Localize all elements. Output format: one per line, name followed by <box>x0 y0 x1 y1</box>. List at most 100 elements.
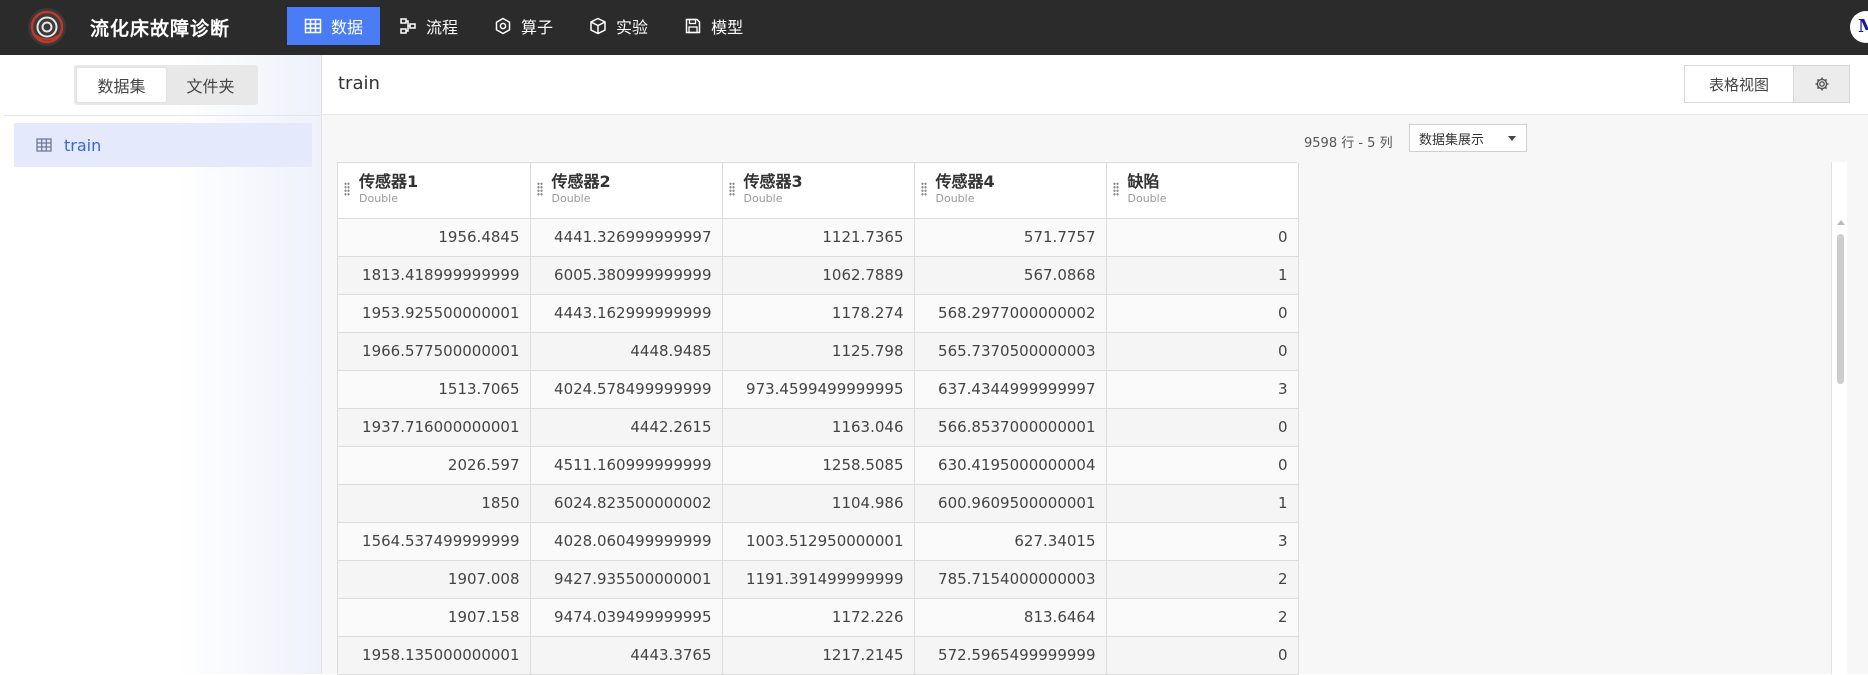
table-cell: 1217.2145 <box>722 636 915 675</box>
display-mode-value: 数据集展示 <box>1419 132 1485 148</box>
table-row[interactable]: 1958.135000000001 4443.3765 1217.2145 572.5… <box>338 636 1299 675</box>
table-cell: 0 <box>1106 446 1299 485</box>
column-header[interactable]: 缺陷 Double <box>1106 163 1299 219</box>
table-cell: 3 <box>1106 370 1299 409</box>
table-cell: 4028.060499999999 <box>530 522 723 561</box>
scrollbar-thumb[interactable] <box>1837 234 1844 384</box>
table-cell: 973.4599499999995 <box>722 370 915 409</box>
drag-handle-icon[interactable] <box>920 182 927 196</box>
column-name: 缺陷 <box>1127 172 1160 191</box>
table-cell: 1907.158 <box>338 598 531 637</box>
table-row[interactable]: 1966.577500000001 4448.9485 1125.798 565.73… <box>338 332 1299 371</box>
main-header: train 表格视图 <box>322 55 1868 115</box>
table-cell: 568.2977000000002 <box>914 294 1107 333</box>
table-cell: 1178.274 <box>722 294 915 333</box>
sidebar-item-label: train <box>64 135 102 155</box>
vertical-scrollbar[interactable] <box>1831 162 1847 674</box>
table-cell: 813.6464 <box>914 598 1107 637</box>
divider <box>4 115 322 116</box>
table-row[interactable]: 2026.597 4511.160999999999 1258.5085 630.41… <box>338 446 1299 485</box>
drag-handle-icon[interactable] <box>344 182 350 196</box>
sidebar-item-train[interactable]: train <box>14 123 312 167</box>
cube-icon <box>590 17 606 35</box>
table-cell: 1956.4845 <box>338 218 531 257</box>
column-name: 传感器2 <box>551 172 611 191</box>
row-column-count: 9598 行 - 5 列 <box>1304 136 1393 151</box>
table-row[interactable]: 1907.158 9474.039499999995 1172.226 813.646… <box>338 598 1299 637</box>
table-cell: 4024.578499999999 <box>530 370 723 409</box>
table-header-row: 传感器1 Double 传感器2 Double 传感器3 Double 传感器4 Double… <box>338 163 1299 219</box>
user-avatar[interactable]: M <box>1850 11 1868 43</box>
table-body: 1956.4845 4441.326999999997 1121.7365 571.7… <box>338 218 1299 675</box>
drag-handle-icon[interactable] <box>728 182 735 196</box>
main-nav: 数据 流程 算子 实验 模型 <box>287 7 762 45</box>
page-title: train <box>338 73 380 94</box>
table-cell: 1850 <box>338 484 531 523</box>
nav-item-model[interactable]: 模型 <box>667 7 760 45</box>
table-cell: 6024.823500000002 <box>530 484 723 523</box>
table-row[interactable]: 1956.4845 4441.326999999997 1121.7365 571.7… <box>338 218 1299 257</box>
view-toolbar: 表格视图 <box>1684 65 1850 103</box>
nav-label: 实验 <box>616 18 649 37</box>
column-header[interactable]: 传感器1 Double <box>338 163 531 219</box>
column-type: Double <box>1127 192 1167 205</box>
display-mode-select[interactable]: 数据集展示 <box>1409 124 1527 152</box>
nav-item-operator[interactable]: 算子 <box>477 7 570 45</box>
table-cell: 9427.935500000001 <box>530 560 723 599</box>
tab-folders[interactable]: 文件夹 <box>166 68 255 102</box>
table-row[interactable]: 1953.925500000001 4443.162999999999 1178.2… <box>338 294 1299 333</box>
table-cell: 1813.418999999999 <box>338 256 531 295</box>
tab-datasets[interactable]: 数据集 <box>77 68 166 102</box>
table-cell: 4443.162999999999 <box>530 294 723 333</box>
gear-icon <box>1815 77 1828 91</box>
table-row[interactable]: 1937.716000000001 4442.2615 1163.046 566.85… <box>338 408 1299 447</box>
table-cell: 9474.039499999995 <box>530 598 723 637</box>
table-icon <box>304 18 322 34</box>
column-header[interactable]: 传感器4 Double <box>914 163 1107 219</box>
table-row[interactable]: 1564.537499999999 4028.060499999999 1003.5… <box>338 522 1299 561</box>
column-type: Double <box>551 192 591 205</box>
table-cell: 0 <box>1106 218 1299 257</box>
table-view-button[interactable]: 表格视图 <box>1685 66 1793 102</box>
nav-item-experiment[interactable]: 实验 <box>572 7 665 45</box>
table-cell: 6005.380999999999 <box>530 256 723 295</box>
table-cell: 2 <box>1106 598 1299 637</box>
sidebar-tab-switch: 数据集 文件夹 <box>74 65 258 105</box>
settings-button[interactable] <box>1793 66 1849 102</box>
table-cell: 637.4344999999997 <box>914 370 1107 409</box>
table-cell: 3 <box>1106 522 1299 561</box>
column-header[interactable]: 传感器3 Double <box>722 163 915 219</box>
table-cell: 566.8537000000001 <box>914 408 1107 447</box>
data-table-container: 传感器1 Double 传感器2 Double 传感器3 Double 传感器4 Double… <box>337 162 1299 675</box>
drag-handle-icon[interactable] <box>536 182 543 196</box>
table-row[interactable]: 1850 6024.823500000002 1104.986 600.9609500… <box>338 484 1299 523</box>
table-row[interactable]: 1813.418999999999 6005.380999999999 1062.7… <box>338 256 1299 295</box>
table-cell: 2026.597 <box>338 446 531 485</box>
nav-item-flow[interactable]: 流程 <box>382 7 475 45</box>
table-cell: 4511.160999999999 <box>530 446 723 485</box>
app-logo-icon[interactable] <box>28 8 66 46</box>
caret-down-icon <box>1508 136 1516 141</box>
table-cell: 4448.9485 <box>530 332 723 371</box>
column-type: Double <box>935 192 975 205</box>
table-cell: 0 <box>1106 294 1299 333</box>
sidebar: 数据集 文件夹 train <box>4 55 322 674</box>
flow-icon <box>400 18 416 34</box>
table-cell: 0 <box>1106 408 1299 447</box>
drag-handle-icon[interactable] <box>1112 182 1119 196</box>
table-cell: 0 <box>1106 636 1299 675</box>
table-cell: 1 <box>1106 256 1299 295</box>
table-cell: 1258.5085 <box>722 446 915 485</box>
table-row[interactable]: 1513.7065 4024.578499999999 973.4599499999… <box>338 370 1299 409</box>
table-cell: 1937.716000000001 <box>338 408 531 447</box>
table-row[interactable]: 1907.008 9427.935500000001 1191.3914999999… <box>338 560 1299 599</box>
nav-label: 流程 <box>426 18 459 37</box>
nav-item-data[interactable]: 数据 <box>287 7 381 45</box>
table-cell: 1958.135000000001 <box>338 636 531 675</box>
top-navbar: 流化床故障诊断 数据 流程 算子 实验 模型 M <box>0 0 1868 55</box>
column-header[interactable]: 传感器2 Double <box>530 163 723 219</box>
table-cell: 627.34015 <box>914 522 1107 561</box>
column-name: 传感器1 <box>359 172 419 191</box>
scroll-up-icon[interactable] <box>1837 220 1845 225</box>
table-cell: 1062.7889 <box>722 256 915 295</box>
